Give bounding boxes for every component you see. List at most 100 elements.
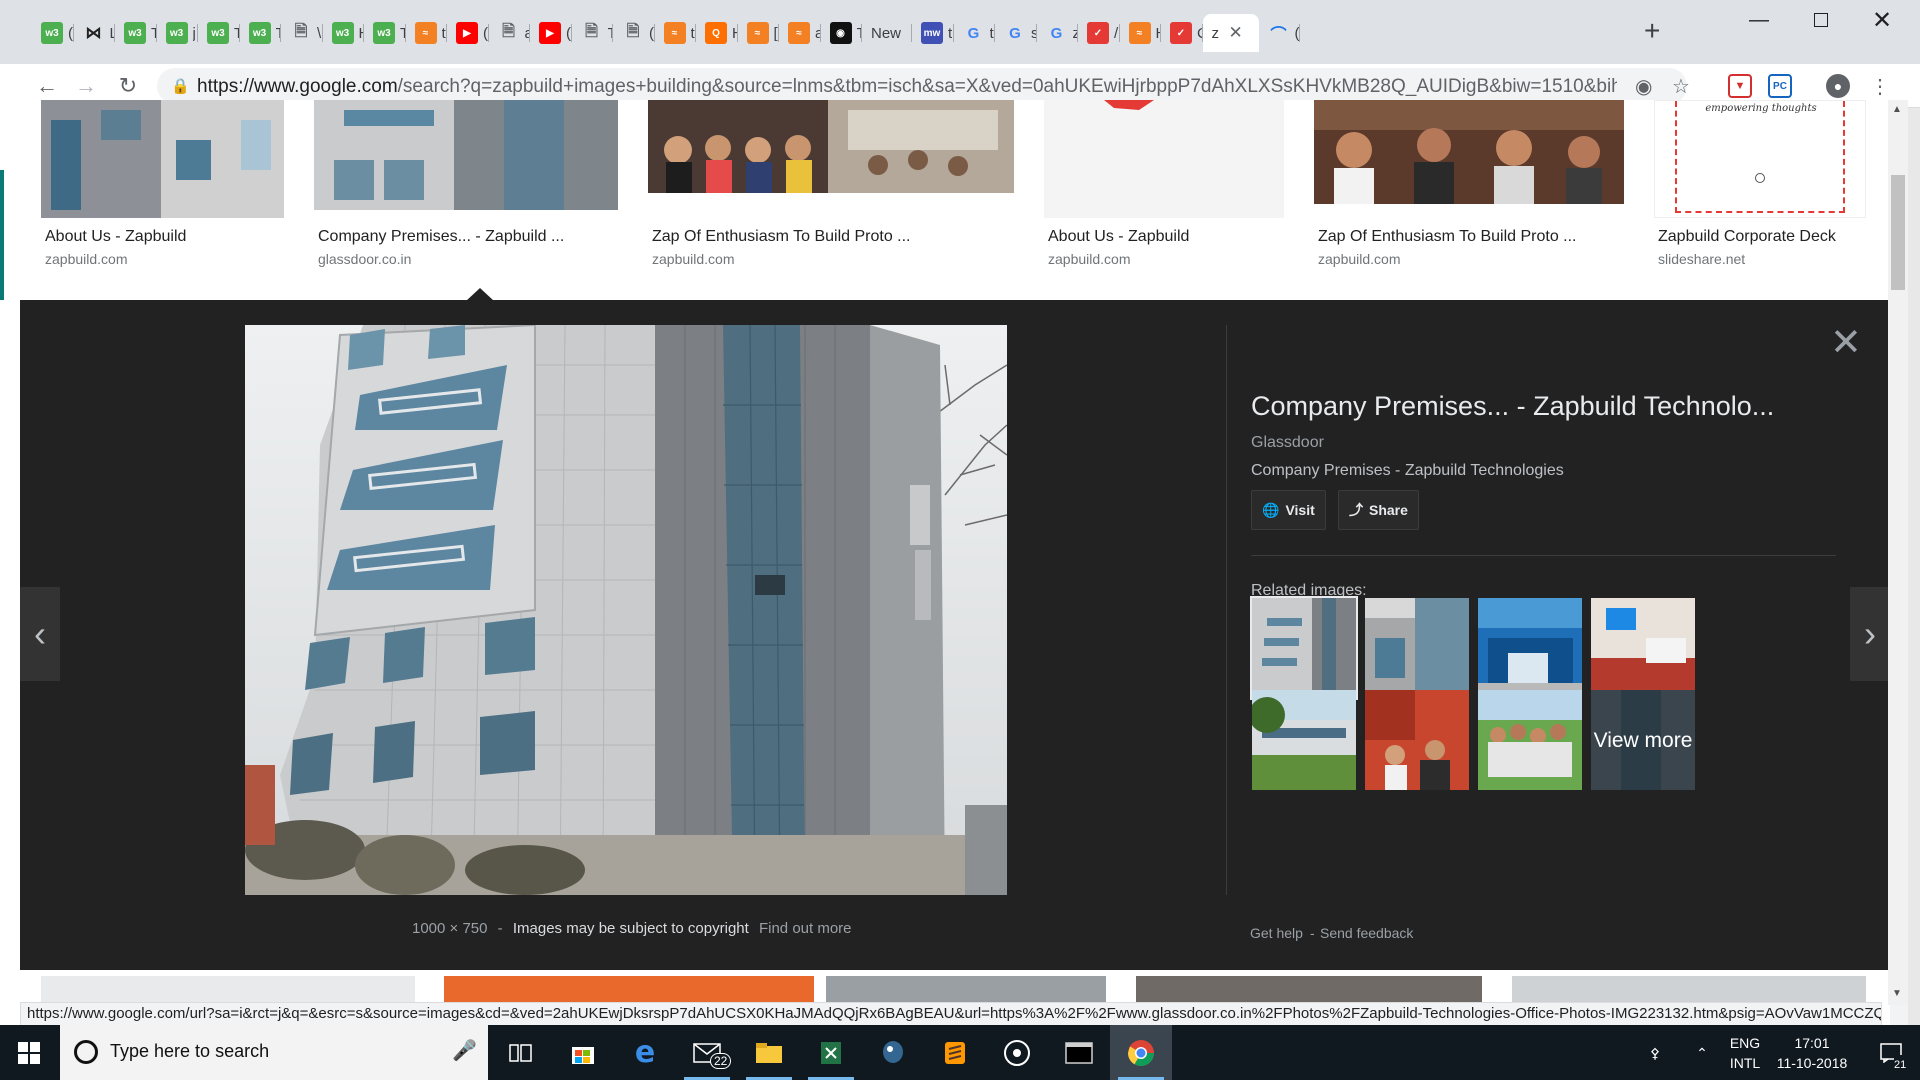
browser-tab[interactable]: ✓ C: [1161, 14, 1203, 52]
browser-tab[interactable]: w3 H: [323, 14, 364, 52]
media-player-icon[interactable]: [986, 1025, 1048, 1080]
people-icon[interactable]: ⚴: [1640, 1025, 1670, 1080]
related-image-7[interactable]: [1478, 690, 1582, 790]
browser-tab[interactable]: Gt: [954, 14, 996, 52]
close-window-button[interactable]: ✕: [1853, 0, 1911, 40]
bookmark-star-icon[interactable]: ☆: [1672, 74, 1690, 99]
scroll-down-icon[interactable]: ▼: [1892, 988, 1902, 999]
location-icon[interactable]: ◉: [1635, 74, 1652, 99]
search-placeholder: Type here to search: [110, 1041, 270, 1061]
close-preview-icon[interactable]: ✕: [1830, 324, 1862, 362]
result-image-2[interactable]: [314, 100, 618, 210]
view-more-link[interactable]: View more: [1591, 690, 1695, 790]
result-image-4[interactable]: [1044, 100, 1284, 218]
scrollbar-thumb[interactable]: [1891, 175, 1905, 290]
result-image-5[interactable]: [1314, 100, 1624, 204]
excel-tool-icon[interactable]: [800, 1025, 862, 1080]
browser-tab[interactable]: Gz: [1037, 14, 1078, 52]
browser-tab[interactable]: ▶(: [530, 14, 572, 52]
browser-tab[interactable]: w3(: [32, 14, 74, 52]
preview-image[interactable]: [245, 323, 1008, 896]
browser-tab[interactable]: 🗎 T: [572, 14, 613, 52]
find-out-more-link[interactable]: Find out more: [759, 920, 852, 937]
browser-tab[interactable]: 🗎 \: [281, 14, 323, 52]
taskbar-search-box[interactable]: Type here to search 🎤: [60, 1025, 488, 1080]
related-image-3[interactable]: [1478, 598, 1582, 698]
browser-tab[interactable]: Gs: [995, 14, 1037, 52]
menu-kebab-icon[interactable]: ⋮: [1864, 70, 1896, 102]
previous-image-button[interactable]: ‹: [20, 587, 60, 681]
task-view-icon[interactable]: [490, 1025, 552, 1080]
store-icon[interactable]: [552, 1025, 614, 1080]
start-button[interactable]: [0, 1025, 58, 1080]
result-caption-6[interactable]: Zapbuild Corporate Deck: [1658, 228, 1836, 246]
chrome-browser-icon[interactable]: [1110, 1025, 1172, 1080]
browser-tab[interactable]: QH: [696, 14, 738, 52]
result-caption-2[interactable]: Company Premises... - Zapbuild ...: [318, 228, 564, 246]
file-explorer-icon[interactable]: [738, 1025, 800, 1080]
browser-tab[interactable]: New: [862, 14, 912, 52]
preview-title[interactable]: Company Premises... - Zapbuild Technolo.…: [1251, 391, 1774, 422]
browser-tab[interactable]: w3 j: [157, 14, 199, 52]
active-tab[interactable]: z ✕: [1202, 14, 1259, 52]
input-language[interactable]: ENG INTL: [1720, 1025, 1770, 1080]
result-caption-1[interactable]: About Us - Zapbuild: [45, 228, 186, 246]
browser-tab[interactable]: ≈ t: [655, 14, 697, 52]
browser-tab[interactable]: ≈ t: [406, 14, 448, 52]
next-image-button[interactable]: ›: [1850, 587, 1890, 681]
get-help-link[interactable]: Get help: [1250, 925, 1303, 941]
action-center-icon[interactable]: 21: [1866, 1025, 1916, 1080]
result-image-6[interactable]: empowering thoughts: [1654, 100, 1866, 218]
result-image-1[interactable]: [41, 100, 284, 218]
browser-tab[interactable]: mw t: [912, 14, 954, 52]
browser-tab[interactable]: ✓ /: [1078, 14, 1120, 52]
clock[interactable]: 17:01 11-10-2018: [1770, 1025, 1854, 1080]
postgres-icon[interactable]: [862, 1025, 924, 1080]
terminal-icon[interactable]: [1048, 1025, 1110, 1080]
reload-button[interactable]: ↻: [112, 70, 144, 102]
minimize-button[interactable]: —: [1730, 0, 1788, 40]
share-button[interactable]: ⤴ Share: [1338, 490, 1419, 530]
result-caption-5[interactable]: Zap Of Enthusiasm To Build Proto ...: [1318, 228, 1577, 246]
browser-tab[interactable]: ≈[: [738, 14, 780, 52]
related-image-6[interactable]: [1365, 690, 1469, 790]
browser-tab[interactable]: w3 T: [240, 14, 281, 52]
browser-tab[interactable]: ≈ a: [779, 14, 821, 52]
related-image-8[interactable]: View more: [1591, 690, 1695, 790]
pocket-extension-icon[interactable]: ▼: [1728, 74, 1752, 98]
back-button[interactable]: ←: [31, 70, 63, 102]
send-feedback-link[interactable]: Send feedback: [1320, 925, 1413, 941]
browser-tab[interactable]: ⋈ L: [74, 14, 115, 52]
close-tab-icon[interactable]: ✕: [1229, 23, 1243, 43]
visit-button[interactable]: 🌐 Visit: [1251, 490, 1326, 530]
browser-tab[interactable]: ≈ H: [1120, 14, 1161, 52]
browser-tab[interactable]: 🗎(: [613, 14, 655, 52]
new-tab-button[interactable]: +: [1644, 16, 1660, 46]
edge-browser-icon[interactable]: e: [614, 1025, 676, 1080]
result-caption-3[interactable]: Zap Of Enthusiasm To Build Proto ...: [652, 228, 911, 246]
page-scrollbar[interactable]: ▲ ▼: [1888, 100, 1908, 1005]
loading-tab[interactable]: ⌒(: [1259, 14, 1301, 52]
related-image-5[interactable]: [1252, 690, 1356, 790]
browser-tab[interactable]: ◉ T: [821, 14, 862, 52]
related-image-2[interactable]: [1365, 598, 1469, 698]
pc-extension-icon[interactable]: PC: [1768, 74, 1792, 98]
result-image-3[interactable]: [648, 100, 1014, 193]
browser-tab[interactable]: w3 T: [364, 14, 406, 52]
browser-tab[interactable]: ▶(: [447, 14, 489, 52]
mail-icon[interactable]: 22: [676, 1025, 738, 1080]
browser-tab[interactable]: 🗎 a: [489, 14, 530, 52]
forward-button[interactable]: →: [70, 70, 102, 102]
microphone-icon[interactable]: 🎤: [452, 1038, 477, 1063]
browser-tab[interactable]: w3 T: [115, 14, 157, 52]
related-image-4[interactable]: [1591, 598, 1695, 698]
sublime-text-icon[interactable]: [924, 1025, 986, 1080]
maximize-button[interactable]: [1792, 0, 1850, 40]
scroll-up-icon[interactable]: ▲: [1892, 104, 1902, 115]
related-image-1[interactable]: [1250, 596, 1358, 700]
result-caption-4[interactable]: About Us - Zapbuild: [1048, 228, 1189, 246]
profile-avatar-icon[interactable]: ●: [1826, 74, 1850, 98]
tray-expand-icon[interactable]: ⌃: [1688, 1025, 1716, 1080]
address-bar[interactable]: 🔒 https://www.google.com/search?q=zapbui…: [157, 68, 1690, 104]
browser-tab[interactable]: w3 T: [198, 14, 240, 52]
